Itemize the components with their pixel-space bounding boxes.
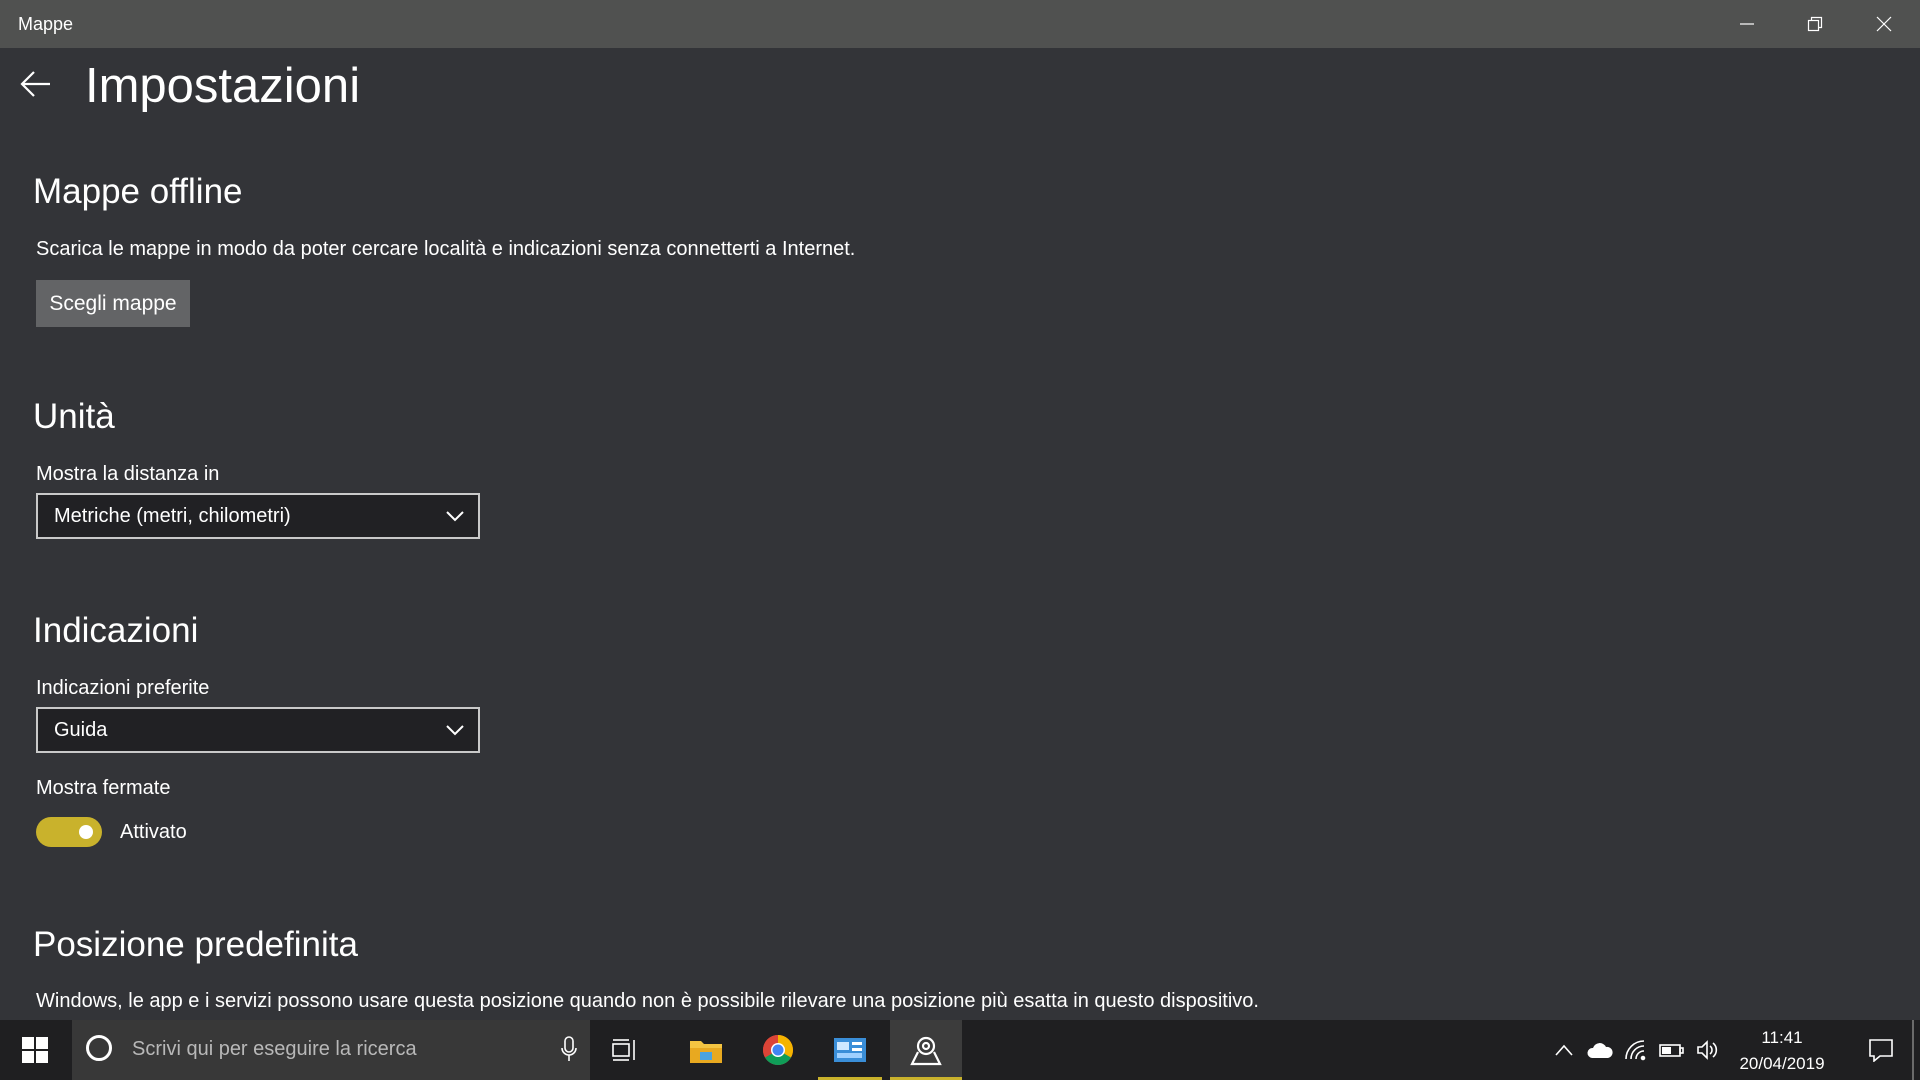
clock-time: 11:41 — [1761, 1028, 1803, 1047]
taskbar-search-box[interactable]: Scrivi qui per eseguire la ricerca — [72, 1020, 590, 1080]
choose-maps-button[interactable]: Scegli mappe — [36, 280, 190, 327]
file-explorer-icon — [690, 1041, 722, 1063]
window-title: Mappe — [18, 14, 74, 34]
section-heading-offline-maps: Mappe offline — [33, 172, 243, 211]
task-view-button[interactable] — [592, 1020, 656, 1080]
start-button[interactable] — [0, 1020, 70, 1080]
action-center-button[interactable] — [1856, 1020, 1906, 1080]
chrome-icon — [762, 1035, 794, 1066]
minimize-button[interactable] — [1713, 0, 1781, 48]
battery-icon — [1659, 1044, 1684, 1057]
minimize-icon — [1740, 23, 1754, 25]
control-panel-button[interactable] — [814, 1020, 886, 1080]
preferred-directions-value: Guida — [54, 719, 108, 741]
taskbar: Scrivi qui per eseguire la ricerca 11:41… — [0, 1020, 1920, 1080]
search-placeholder: Scrivi qui per eseguire la ricerca — [132, 1038, 417, 1060]
close-icon — [1876, 16, 1892, 32]
show-stops-toggle[interactable] — [36, 817, 102, 847]
chevron-up-icon — [1555, 1044, 1573, 1056]
show-stops-label: Mostra fermate — [36, 777, 171, 799]
cloud-icon — [1587, 1043, 1613, 1058]
onedrive-button[interactable] — [1584, 1020, 1616, 1080]
section-heading-default-position: Posizione predefinita — [33, 925, 358, 964]
microphone-icon[interactable] — [560, 1036, 578, 1067]
cortana-icon — [86, 1035, 112, 1061]
restore-icon — [1807, 16, 1823, 32]
restore-button[interactable] — [1781, 0, 1849, 48]
battery-button[interactable] — [1656, 1020, 1688, 1080]
back-button[interactable] — [18, 66, 54, 102]
distance-unit-label: Mostra la distanza in — [36, 463, 220, 485]
wifi-icon — [1625, 1040, 1646, 1061]
toggle-knob — [79, 825, 93, 839]
default-position-description: Windows, le app e i servizi possono usar… — [36, 990, 1259, 1012]
network-button[interactable] — [1620, 1020, 1652, 1080]
taskbar-clock[interactable]: 11:41 20/04/2019 — [1708, 1025, 1856, 1077]
chevron-down-icon — [444, 721, 466, 739]
task-view-icon — [612, 1039, 635, 1061]
chevron-down-icon — [444, 507, 466, 525]
control-panel-icon — [834, 1038, 866, 1062]
distance-unit-value: Metriche (metri, chilometri) — [54, 505, 291, 527]
preferred-directions-dropdown[interactable]: Guida — [36, 707, 480, 753]
maps-icon — [910, 1036, 942, 1066]
page-title: Impostazioni — [85, 59, 361, 113]
show-stops-state: Attivato — [120, 821, 187, 843]
offline-maps-description: Scarica le mappe in modo da poter cercar… — [36, 238, 856, 260]
section-heading-units: Unità — [33, 397, 115, 436]
clock-date: 20/04/2019 — [1739, 1054, 1825, 1073]
close-button[interactable] — [1850, 0, 1918, 48]
distance-unit-dropdown[interactable]: Metriche (metri, chilometri) — [36, 493, 480, 539]
file-explorer-button[interactable] — [670, 1020, 742, 1080]
show-hidden-icons-button[interactable] — [1548, 1020, 1580, 1080]
show-desktop-button[interactable] — [1912, 1020, 1914, 1080]
back-arrow-icon — [20, 71, 50, 97]
notification-icon — [1869, 1039, 1893, 1062]
preferred-directions-label: Indicazioni preferite — [36, 677, 210, 699]
windows-logo-icon — [22, 1037, 48, 1063]
maps-button[interactable] — [890, 1020, 962, 1080]
section-heading-directions: Indicazioni — [33, 611, 199, 650]
chrome-button[interactable] — [742, 1020, 814, 1080]
title-bar: Mappe — [0, 0, 1920, 48]
